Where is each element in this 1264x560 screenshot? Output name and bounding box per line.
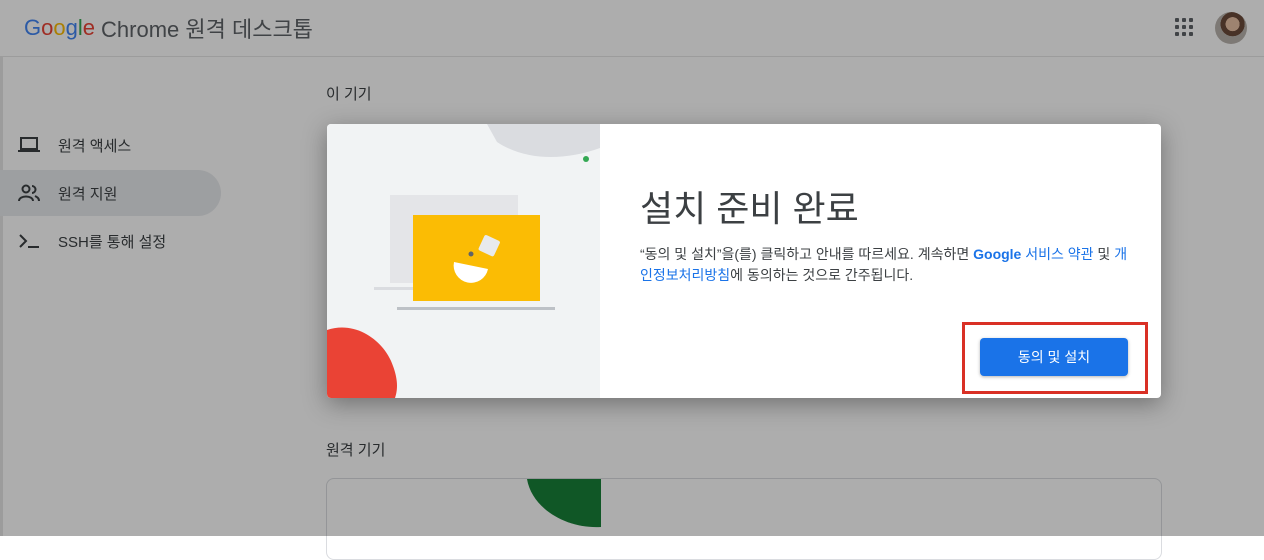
annotation-highlight-box bbox=[962, 322, 1148, 394]
terms-link-text: 서비스 약관 bbox=[1021, 246, 1094, 262]
terms-link-brand: Google bbox=[973, 246, 1022, 262]
desc-text: 및 bbox=[1093, 246, 1115, 262]
dialog-description: “동의 및 설치”을(를) 클릭하고 안내를 따르세요. 계속하면 Google… bbox=[640, 244, 1130, 286]
desc-text: “동의 및 설치”을(를) 클릭하고 안내를 따르세요. 계속하면 bbox=[640, 246, 974, 262]
desc-text: 에 동의하는 것으로 간주됩니다. bbox=[730, 267, 914, 283]
install-illustration bbox=[327, 124, 600, 398]
dialog-title: 설치 준비 완료 bbox=[640, 188, 859, 229]
terms-of-service-link[interactable]: Google 서비스 약관 bbox=[973, 246, 1093, 262]
